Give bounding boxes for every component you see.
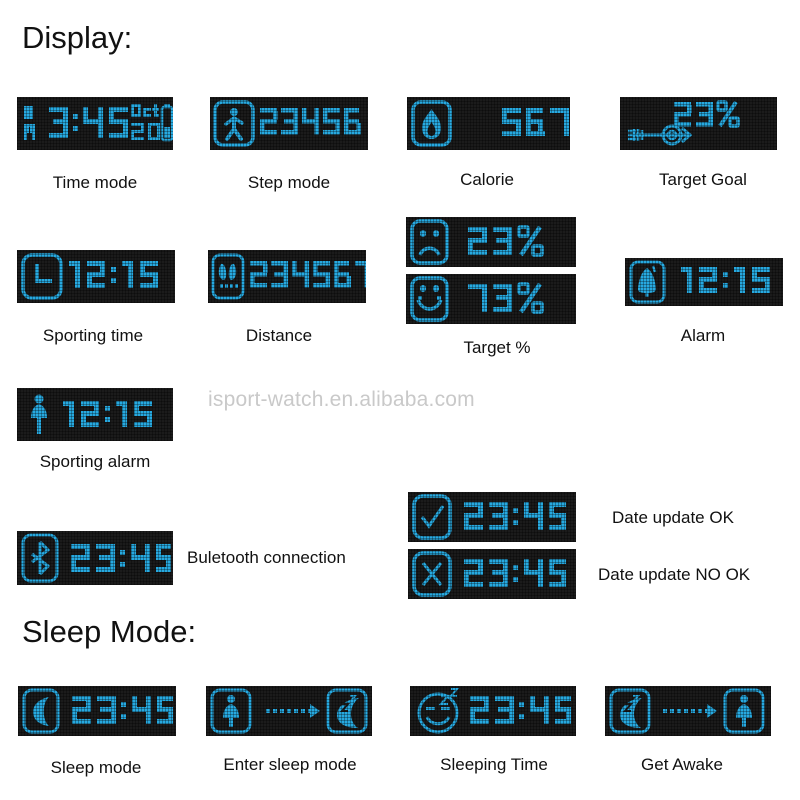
lcd-panel-date-update-no-ok [408, 549, 576, 599]
caption-sleep-mode: Sleep mode [50, 758, 142, 777]
alarm-value [681, 267, 770, 293]
lcd-panel-alarm [625, 258, 783, 306]
happy-face-icon [410, 276, 449, 322]
caption-target-percent: Target % [463, 338, 531, 357]
lcd-panel-sleeping-time [410, 686, 576, 736]
lcd-panel-step-mode [210, 97, 368, 150]
caption-get-awake: Get Awake [641, 755, 723, 774]
dashed-arrow-right-icon [663, 704, 717, 718]
bell-icon [629, 260, 666, 304]
lcd-panel-calorie [407, 97, 570, 150]
lcd-panel-date-update-ok [408, 492, 576, 542]
sleep-mode-value [72, 696, 173, 724]
sporting-time-value [69, 261, 158, 288]
caption-bluetooth: Buletooth connection [187, 548, 346, 567]
meridiem-indicator [24, 106, 35, 140]
check-icon [412, 494, 452, 540]
moon-icon [22, 688, 60, 734]
calorie-value [502, 108, 569, 136]
target-percent-high-value [468, 282, 544, 314]
caption-distance: Distance [245, 326, 313, 345]
sporting-alarm-value [63, 401, 152, 427]
footprints-icon [211, 253, 245, 300]
time-value [49, 107, 128, 138]
date-value [131, 104, 160, 140]
lcd-panel-bluetooth [17, 531, 173, 585]
caption-date-update-ok: Date update OK [612, 508, 734, 527]
distance-value [250, 261, 366, 288]
cross-icon [412, 551, 452, 597]
sad-face-icon [410, 219, 449, 265]
lcd-panel-target-goal [620, 97, 777, 150]
target-goal-value [674, 100, 740, 128]
lcd-panel-sleep-mode [18, 686, 176, 736]
sleeping-moon-icon [326, 688, 368, 734]
caption-alarm: Alarm [680, 326, 726, 345]
dashed-arrow-right-icon [266, 704, 320, 718]
lcd-panel-enter-sleep-mode [206, 686, 372, 736]
caption-date-update-no-ok: Date update NO OK [598, 565, 751, 584]
caption-step-mode: Step mode [247, 173, 331, 192]
watch-display-reference-sheet: Display: isport-watch.en.alibaba.com Tim… [0, 0, 800, 800]
bluetooth-icon [21, 533, 59, 583]
watermark: isport-watch.en.alibaba.com [208, 388, 475, 411]
standing-person-icon [210, 688, 252, 734]
lcd-panel-target-percent-low [406, 217, 576, 267]
caption-sporting-time: Sporting time [42, 326, 144, 345]
standing-person-icon [31, 394, 47, 434]
caption-sleeping-time: Sleeping Time [440, 755, 548, 774]
date-update-ok-value [464, 502, 566, 530]
sleeping-time-value [470, 696, 571, 724]
flame-icon [411, 100, 452, 147]
section-heading-sleep-mode: Sleep Mode: [22, 614, 197, 649]
dart-target-icon [628, 124, 693, 146]
lcd-panel-sporting-time [17, 250, 175, 303]
lcd-panel-sporting-alarm [17, 388, 173, 441]
target-percent-low-value [468, 225, 544, 257]
caption-sporting-alarm: Sporting alarm [39, 452, 151, 471]
bluetooth-time-value [71, 544, 171, 572]
lcd-panel-time-mode [17, 97, 173, 150]
section-heading-display: Display: [22, 20, 133, 55]
battery-icon [160, 104, 173, 142]
lcd-panel-distance [208, 250, 366, 303]
clock-icon [21, 253, 63, 300]
caption-enter-sleep-mode: Enter sleep mode [223, 755, 357, 774]
caption-calorie: Calorie [460, 170, 514, 189]
caption-time-mode: Time mode [52, 173, 138, 192]
step-value [260, 108, 361, 135]
lcd-panel-get-awake [605, 686, 771, 736]
walking-person-icon [213, 100, 255, 147]
standing-person-icon [723, 688, 765, 734]
date-update-no-ok-value [464, 559, 566, 587]
sleeping-moon-icon [609, 688, 651, 734]
lcd-panel-target-percent-high [406, 274, 576, 324]
caption-target-goal: Target Goal [659, 170, 747, 189]
sleeping-face-icon [417, 688, 460, 734]
